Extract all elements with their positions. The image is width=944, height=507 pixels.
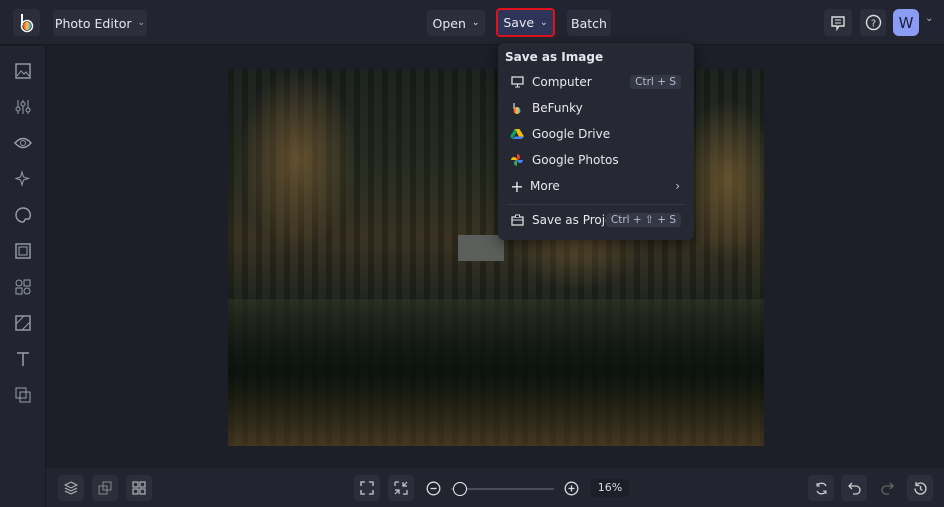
batch-label: Batch [571,15,607,31]
refresh-icon [815,482,827,494]
layers-icon [64,481,78,495]
grid-button[interactable] [126,475,152,501]
chevron-down-icon: ⌄ [137,18,146,28]
history-button[interactable] [907,475,933,501]
compare-button[interactable] [92,475,118,501]
zoom-in-icon[interactable] [564,481,579,496]
menu-item-google-drive[interactable]: Google Drive [498,122,694,146]
overlay-icon[interactable] [13,385,33,405]
texture-icon[interactable] [13,313,33,333]
menu-item-computer[interactable]: Computer Ctrl + S [498,70,694,94]
befunky-label: BeFunky [532,101,583,115]
account-chevron-icon[interactable]: ⌄ [925,13,933,24]
redo-icon [880,482,894,495]
save-button[interactable]: Save ⌄ [496,8,555,37]
eye-icon[interactable] [13,133,33,153]
history-icon [913,481,927,495]
menu-item-more[interactable]: + More › [498,174,694,198]
svg-text:?: ? [870,19,875,30]
comment-icon [831,15,845,31]
photo-editor-menu[interactable]: Photo Editor ⌄ [53,10,147,36]
top-bar: Photo Editor ⌄ Open ⌄ Save ⌄ Batch ? W ⌄ [0,0,944,45]
plus-icon: + [510,176,524,196]
layers-button[interactable] [58,475,84,501]
help-button[interactable]: ? [860,9,886,36]
google-photos-icon [510,153,524,167]
menu-item-google-photos[interactable]: Google Photos [498,148,694,172]
grid-icon [132,481,146,495]
comments-button[interactable] [824,9,852,36]
google-drive-icon [510,127,524,141]
actual-size-button[interactable] [388,475,414,501]
undo-icon [847,482,861,495]
open-label: Open [432,15,466,31]
help-icon: ? [865,14,881,31]
avatar-initial: W [898,13,914,32]
save-as-image-heading: Save as Image [505,50,604,64]
open-button[interactable]: Open ⌄ [427,10,485,36]
left-toolbar [0,46,46,507]
graphics-icon[interactable] [13,277,33,297]
chevron-down-icon: ⌄ [471,18,480,28]
cabin [458,235,504,261]
computer-shortcut: Ctrl + S [630,75,681,89]
briefcase-icon [510,213,524,227]
zoom-slider-thumb[interactable] [453,482,468,496]
replace-image-button[interactable] [808,475,834,501]
fit-screen-button[interactable] [354,475,380,501]
zoom-slider[interactable] [451,482,554,496]
befunky-icon [510,101,524,115]
frame-icon[interactable] [13,241,33,261]
shrink-icon [394,481,408,495]
image-icon[interactable] [13,61,33,81]
menu-item-save-as-project[interactable]: Save as Project Ctrl + ⇧ + S [498,208,694,232]
fullscreen-icon [360,481,374,495]
befunky-logo[interactable] [13,9,40,36]
batch-button[interactable]: Batch [567,10,611,36]
befunky-logo-icon [20,13,33,32]
palette-icon[interactable] [13,205,33,225]
menu-item-befunky[interactable]: BeFunky [498,96,694,120]
bottom-bar: 16% [46,468,944,507]
monitor-icon [510,75,524,89]
compare-icon [98,481,112,495]
text-icon[interactable] [13,349,33,369]
save-label: Save [503,15,535,30]
google-photos-label: Google Photos [532,153,619,167]
adjustments-icon[interactable] [13,97,33,117]
photo-editor-label: Photo Editor [54,15,132,31]
undo-button[interactable] [841,475,867,501]
chevron-right-icon: › [675,179,680,193]
user-avatar[interactable]: W [893,9,919,36]
more-label: More [530,179,560,193]
google-drive-label: Google Drive [532,127,611,141]
zoom-percentage[interactable]: 16% [591,479,629,497]
menu-divider [508,204,684,205]
lake-reflection [228,299,764,446]
redo-button[interactable] [874,475,900,501]
chevron-down-icon: ⌄ [540,17,548,28]
save-as-project-shortcut: Ctrl + ⇧ + S [605,213,681,227]
save-dropdown-menu: Save as Image Computer Ctrl + S BeFunky … [498,43,694,240]
sparkle-effects-icon[interactable] [13,169,33,189]
zoom-out-icon[interactable] [426,481,441,496]
computer-label: Computer [532,75,592,89]
